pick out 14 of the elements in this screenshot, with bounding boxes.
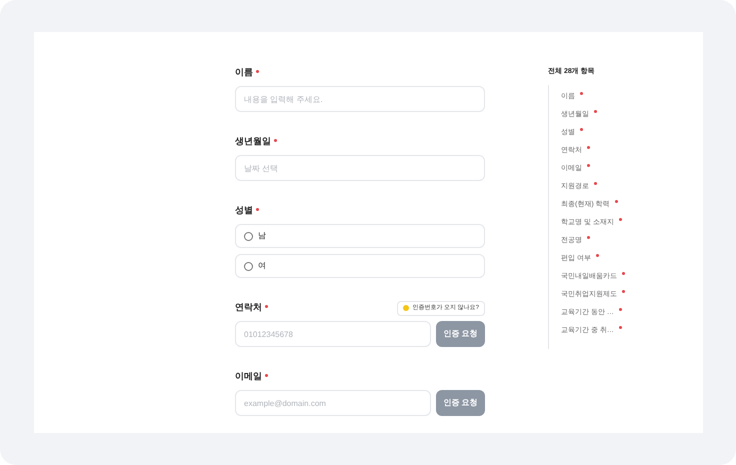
radio-button[interactable]: [244, 232, 253, 240]
input-field[interactable]: example@domain.com: [235, 390, 431, 416]
radio-option[interactable]: 남: [235, 224, 485, 248]
warning-icon: [403, 305, 410, 311]
field-label: 연락처: [235, 301, 262, 314]
date-field[interactable]: 날짜 선택: [235, 155, 485, 181]
input-field[interactable]: 01012345678: [235, 321, 431, 347]
input-field[interactable]: 내용을 입력해 주세요.: [235, 86, 485, 112]
field-label: 이메일: [235, 370, 262, 384]
radio-button[interactable]: [244, 262, 253, 270]
field-label: 성별: [235, 204, 253, 218]
field-label: 생년월일: [235, 135, 271, 148]
field-label: 이름: [235, 66, 253, 80]
radio-option[interactable]: 여: [235, 254, 485, 278]
